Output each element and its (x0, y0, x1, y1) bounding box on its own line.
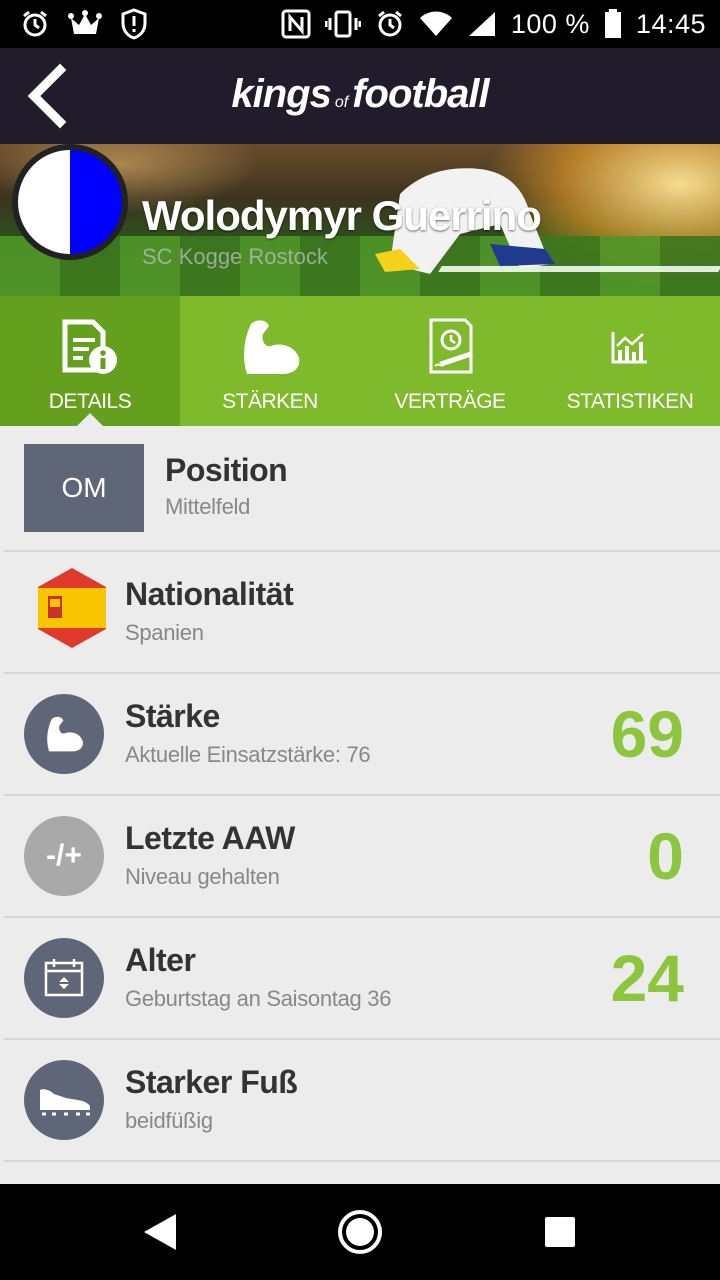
status-bar: 100 % 14:45 (0, 0, 720, 48)
list-item-position[interactable]: OM Position Mittelfeld (4, 426, 720, 552)
player-header: Wolodymyr Guerrino SC Kogge Rostock (0, 144, 720, 296)
item-title: Position (165, 452, 288, 488)
app-logo: kings of football (231, 72, 489, 116)
item-title: Letzte AAW (125, 820, 295, 856)
battery-icon (604, 9, 621, 38)
strength-icon-circle (24, 694, 104, 774)
age-value: 24 (610, 941, 684, 1015)
item-title: Alter (125, 942, 196, 978)
system-nav-bar (0, 1184, 720, 1280)
calendar-icon (44, 959, 84, 997)
chart-icon (611, 332, 647, 364)
position-badge: OM (24, 444, 144, 532)
tab-bar: DETAILS STÄRKEN VERTRÄGE STATISTIKEN (0, 296, 720, 427)
nav-recents-icon (545, 1217, 575, 1247)
clock: 14:45 (635, 8, 706, 39)
list-item-age[interactable]: Alter Geburtstag an Saisontag 36 24 (4, 918, 720, 1040)
player-name: Wolodymyr Guerrino (142, 192, 542, 239)
vibrate-icon (324, 10, 361, 38)
item-subtitle: Aktuelle Einsatzstärke: 76 (125, 742, 371, 767)
tab-details[interactable]: DETAILS (0, 296, 180, 427)
tab-vertraege[interactable]: VERTRÄGE (360, 296, 540, 426)
plus-minus-icon: -/+ (24, 816, 104, 896)
list-item-strong-foot[interactable]: Starker Fuß beidfüßig (4, 1040, 720, 1162)
list-item-strength[interactable]: Stärke Aktuelle Einsatzstärke: 76 69 (4, 674, 720, 796)
item-subtitle: Niveau gehalten (125, 864, 280, 889)
tab-label: DETAILS (48, 390, 132, 413)
muscle-arm-icon (244, 320, 300, 374)
shield-alert-icon (121, 8, 147, 40)
contract-icon (429, 318, 473, 374)
football-boot-icon (40, 1089, 90, 1116)
age-icon-circle (24, 938, 104, 1018)
item-title: Stärke (125, 698, 220, 734)
item-title: Starker Fuß (125, 1064, 298, 1100)
signal-icon (468, 12, 495, 36)
nav-back-icon (144, 1214, 176, 1250)
app-bar: kings of football (0, 48, 720, 144)
details-list: OM Position Mittelfeld Nationalität Span… (0, 426, 720, 1184)
details-document-icon (62, 319, 117, 374)
club-name: SC Kogge Rostock (142, 244, 328, 269)
item-subtitle: Geburtstag an Saisontag 36 (125, 986, 392, 1011)
tab-statistiken[interactable]: STATISTIKEN (540, 296, 720, 426)
tab-label: VERTRÄGE (394, 390, 506, 413)
item-subtitle: Spanien (125, 620, 204, 645)
nav-home-icon (338, 1210, 382, 1254)
strength-value: 69 (610, 697, 684, 771)
list-item-last-aaw[interactable]: -/+ Letzte AAW Niveau gehalten 0 (4, 796, 720, 918)
nav-home-button[interactable] (336, 1208, 384, 1256)
wifi-icon (419, 11, 452, 36)
last-aaw-value: 0 (647, 819, 684, 893)
list-item-nationality[interactable]: Nationalität Spanien (4, 552, 720, 674)
alarm-icon (23, 10, 47, 37)
tab-label: STÄRKEN (222, 390, 318, 413)
muscle-arm-icon (47, 716, 83, 752)
foot-icon-circle (24, 1060, 104, 1140)
item-subtitle: beidfüßig (125, 1108, 213, 1133)
battery-percent: 100 % (510, 8, 590, 39)
tab-staerken[interactable]: STÄRKEN (180, 296, 360, 426)
alarm-icon (377, 10, 402, 37)
club-crest (12, 144, 128, 260)
crown-icon (68, 10, 102, 34)
tab-label: STATISTIKEN (566, 390, 694, 413)
item-subtitle: Mittelfeld (165, 494, 251, 519)
nfc-icon (281, 9, 311, 39)
item-title: Nationalität (125, 576, 294, 612)
spain-flag-icon (38, 568, 106, 648)
nav-back-button[interactable] (136, 1208, 184, 1256)
nav-recents-button[interactable] (536, 1208, 584, 1256)
